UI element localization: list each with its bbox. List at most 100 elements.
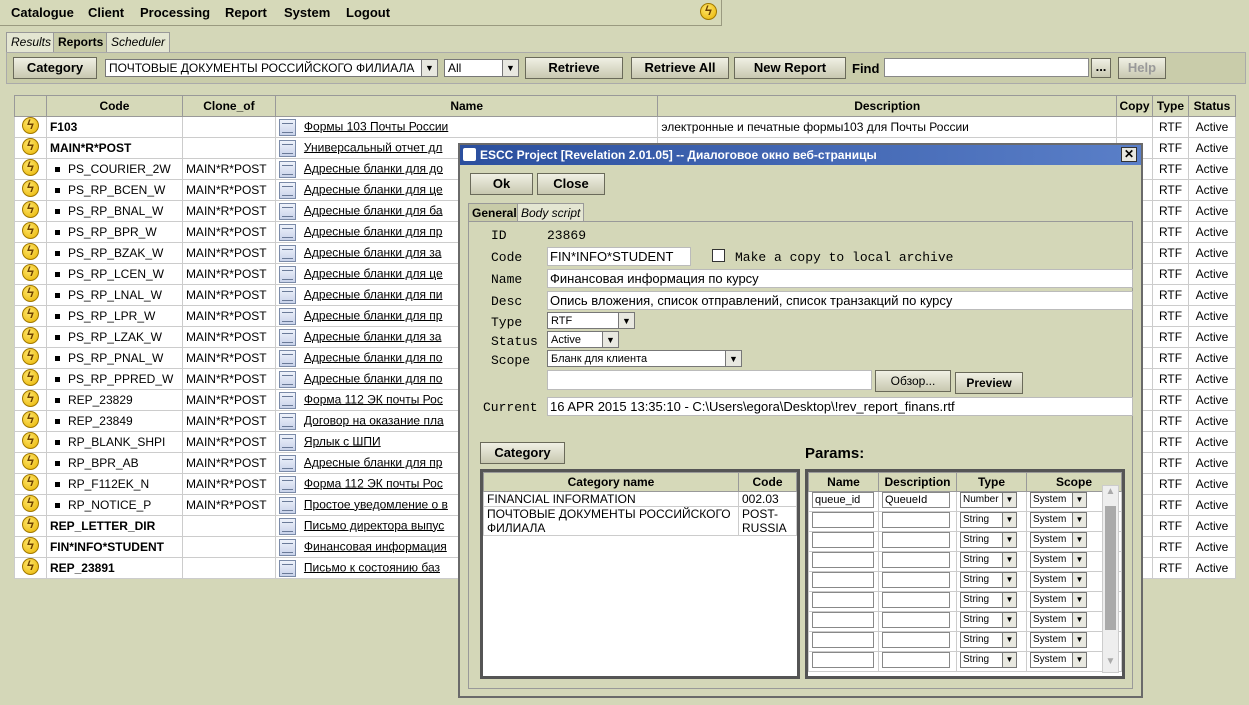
document-icon[interactable]	[278, 244, 296, 262]
row-icon-cell[interactable]	[14, 536, 47, 558]
document-icon[interactable]	[278, 517, 296, 535]
browse-file-button[interactable]: Обзор...	[875, 370, 951, 392]
preview-button[interactable]: Preview	[955, 372, 1023, 394]
menu-report[interactable]: Report	[225, 5, 267, 20]
row-name-link[interactable]: Простое уведомление о в	[304, 497, 448, 511]
document-icon[interactable]	[278, 181, 296, 199]
param-type-select[interactable]: String ▼	[960, 572, 1017, 588]
param-name-input[interactable]	[812, 572, 874, 588]
document-icon[interactable]	[278, 496, 296, 514]
document-icon[interactable]	[278, 349, 296, 367]
document-icon[interactable]	[278, 139, 296, 157]
grid-header-description[interactable]: Description	[657, 95, 1118, 117]
lightning-icon[interactable]	[21, 285, 39, 302]
row-name-link[interactable]: Адресные бланки для до	[304, 161, 443, 175]
lightning-icon[interactable]	[21, 537, 39, 554]
lightning-icon[interactable]	[21, 180, 39, 197]
row-name-link[interactable]: Договор на оказание пла	[304, 413, 444, 427]
help-button[interactable]: Help	[1118, 57, 1166, 79]
param-scope-select[interactable]: System ▼	[1030, 492, 1087, 508]
row-name-link[interactable]: Адресные бланки для за	[304, 245, 442, 259]
menu-client[interactable]: Client	[88, 5, 124, 20]
close-button[interactable]: Close	[537, 173, 605, 195]
row-icon-cell[interactable]	[14, 410, 47, 432]
type-select[interactable]: RTF ▼	[547, 312, 635, 329]
lightning-icon[interactable]	[21, 495, 39, 512]
row-icon-cell[interactable]	[14, 347, 47, 369]
lightning-icon[interactable]	[21, 558, 39, 575]
row-icon-cell[interactable]	[14, 116, 47, 138]
row-name-link[interactable]: Ярлык с ШПИ	[304, 434, 381, 448]
lightning-icon[interactable]	[21, 138, 39, 155]
menu-processing[interactable]: Processing	[140, 5, 210, 20]
document-icon[interactable]	[278, 391, 296, 409]
row-name-link[interactable]: Адресные бланки для це	[304, 182, 443, 196]
tab-results[interactable]: Results	[6, 32, 57, 52]
document-icon[interactable]	[278, 265, 296, 283]
document-icon[interactable]	[278, 538, 296, 556]
grid-header-clone[interactable]: Clone_of	[181, 95, 276, 117]
category-button[interactable]: Category	[13, 57, 97, 79]
list-item[interactable]: FINANCIAL INFORMATION 002.03	[483, 491, 797, 507]
grid-header-status[interactable]: Status	[1187, 95, 1237, 117]
document-icon[interactable]	[278, 412, 296, 430]
param-scope-select[interactable]: System ▼	[1030, 612, 1087, 628]
param-type-select[interactable]: String ▼	[960, 552, 1017, 568]
row-icon-cell[interactable]	[14, 137, 47, 159]
find-browse-button[interactable]: ...	[1091, 58, 1111, 78]
param-scope-select[interactable]: System ▼	[1030, 512, 1087, 528]
document-icon[interactable]	[278, 475, 296, 493]
lightning-icon[interactable]	[700, 3, 717, 20]
status-select[interactable]: Active ▼	[547, 331, 619, 348]
code-input[interactable]: FIN*INFO*STUDENT	[547, 247, 691, 266]
row-name-link[interactable]: Адресные бланки для пр	[304, 455, 443, 469]
document-icon[interactable]	[278, 307, 296, 325]
row-icon-cell[interactable]	[14, 158, 47, 180]
tab-general[interactable]: General	[468, 203, 521, 223]
tab-reports[interactable]: Reports	[53, 32, 109, 52]
new-report-button[interactable]: New Report	[734, 57, 846, 79]
param-name-input[interactable]: queue_id	[812, 492, 874, 508]
lightning-icon[interactable]	[21, 390, 39, 407]
param-name-input[interactable]	[812, 632, 874, 648]
document-icon[interactable]	[278, 223, 296, 241]
row-name-link[interactable]: Форма 112 ЭК почты Рос	[304, 392, 443, 406]
row-icon-cell[interactable]	[14, 326, 47, 348]
scroll-thumb[interactable]	[1105, 506, 1116, 630]
menu-system[interactable]: System	[284, 5, 330, 20]
row-icon-cell[interactable]	[14, 431, 47, 453]
row-name-link[interactable]: Адресные бланки для пр	[304, 224, 443, 238]
param-type-select[interactable]: String ▼	[960, 512, 1017, 528]
close-icon[interactable]: ✕	[1121, 147, 1137, 162]
param-type-select[interactable]: Number ▼	[960, 492, 1017, 508]
row-name-link[interactable]: Финансовая информация	[304, 539, 447, 553]
row-name-link[interactable]: Форма 112 ЭК почты Рос	[304, 476, 443, 490]
menu-logout[interactable]: Logout	[346, 5, 390, 20]
param-name-input[interactable]	[812, 652, 874, 668]
param-desc-input[interactable]	[882, 592, 950, 608]
param-name-input[interactable]	[812, 532, 874, 548]
lightning-icon[interactable]	[21, 369, 39, 386]
row-icon-cell[interactable]	[14, 389, 47, 411]
list-item[interactable]: ПОЧТОВЫЕ ДОКУМЕНТЫ РОССИЙСКОГО ФИЛИАЛА PO…	[483, 506, 797, 536]
lightning-icon[interactable]	[21, 453, 39, 470]
retrieve-button[interactable]: Retrieve	[525, 57, 623, 79]
lightning-icon[interactable]	[21, 243, 39, 260]
retrieve-all-button[interactable]: Retrieve All	[631, 57, 729, 79]
document-icon[interactable]	[278, 454, 296, 472]
row-name-link[interactable]: Письмо директора выпус	[304, 518, 444, 532]
desc-input[interactable]: Опись вложения, список отправлений, спис…	[547, 291, 1133, 310]
param-desc-input[interactable]	[882, 652, 950, 668]
document-icon[interactable]	[278, 328, 296, 346]
lightning-icon[interactable]	[21, 201, 39, 218]
row-icon-cell[interactable]	[14, 305, 47, 327]
param-type-select[interactable]: String ▼	[960, 612, 1017, 628]
params-scrollbar[interactable]: ▲ ▼	[1102, 485, 1119, 673]
param-name-input[interactable]	[812, 612, 874, 628]
ok-button[interactable]: Ok	[470, 173, 533, 195]
param-desc-input[interactable]: QueueId	[882, 492, 950, 508]
param-scope-select[interactable]: System ▼	[1030, 552, 1087, 568]
grid-header-type[interactable]: Type	[1152, 95, 1189, 117]
row-icon-cell[interactable]	[14, 452, 47, 474]
lightning-icon[interactable]	[21, 411, 39, 428]
